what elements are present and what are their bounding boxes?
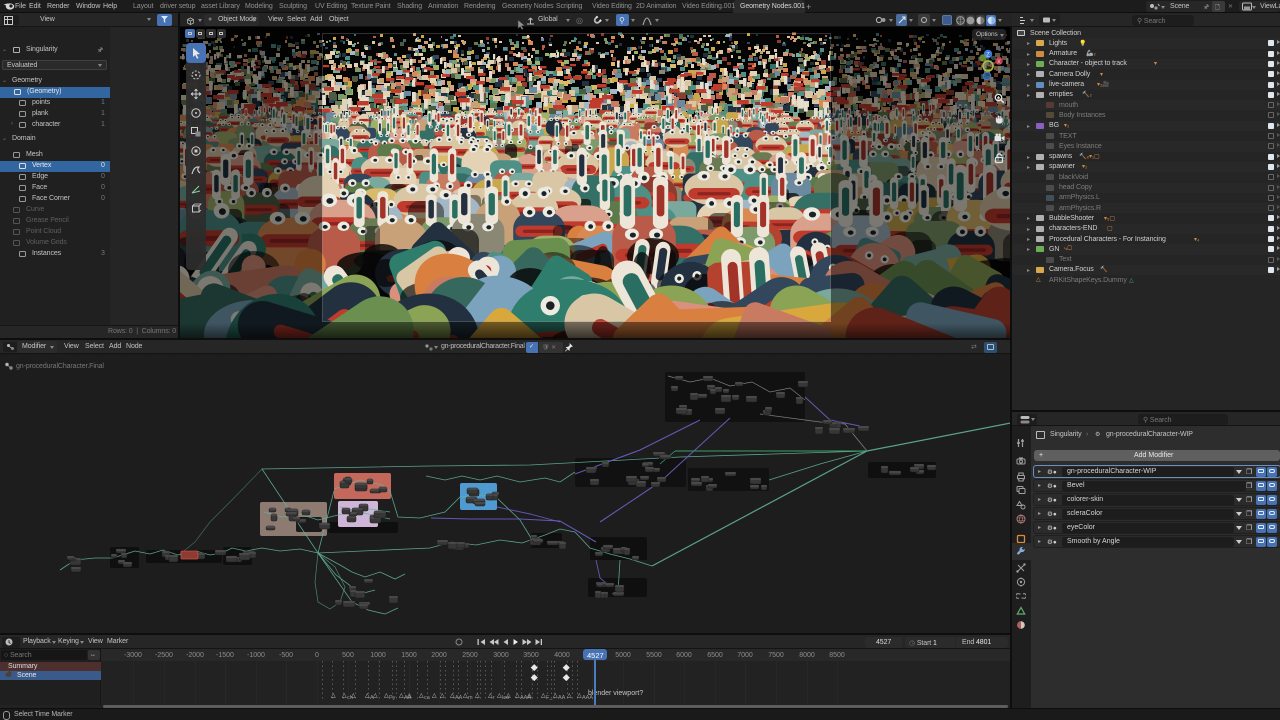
svg-text:X: X xyxy=(997,59,1001,65)
